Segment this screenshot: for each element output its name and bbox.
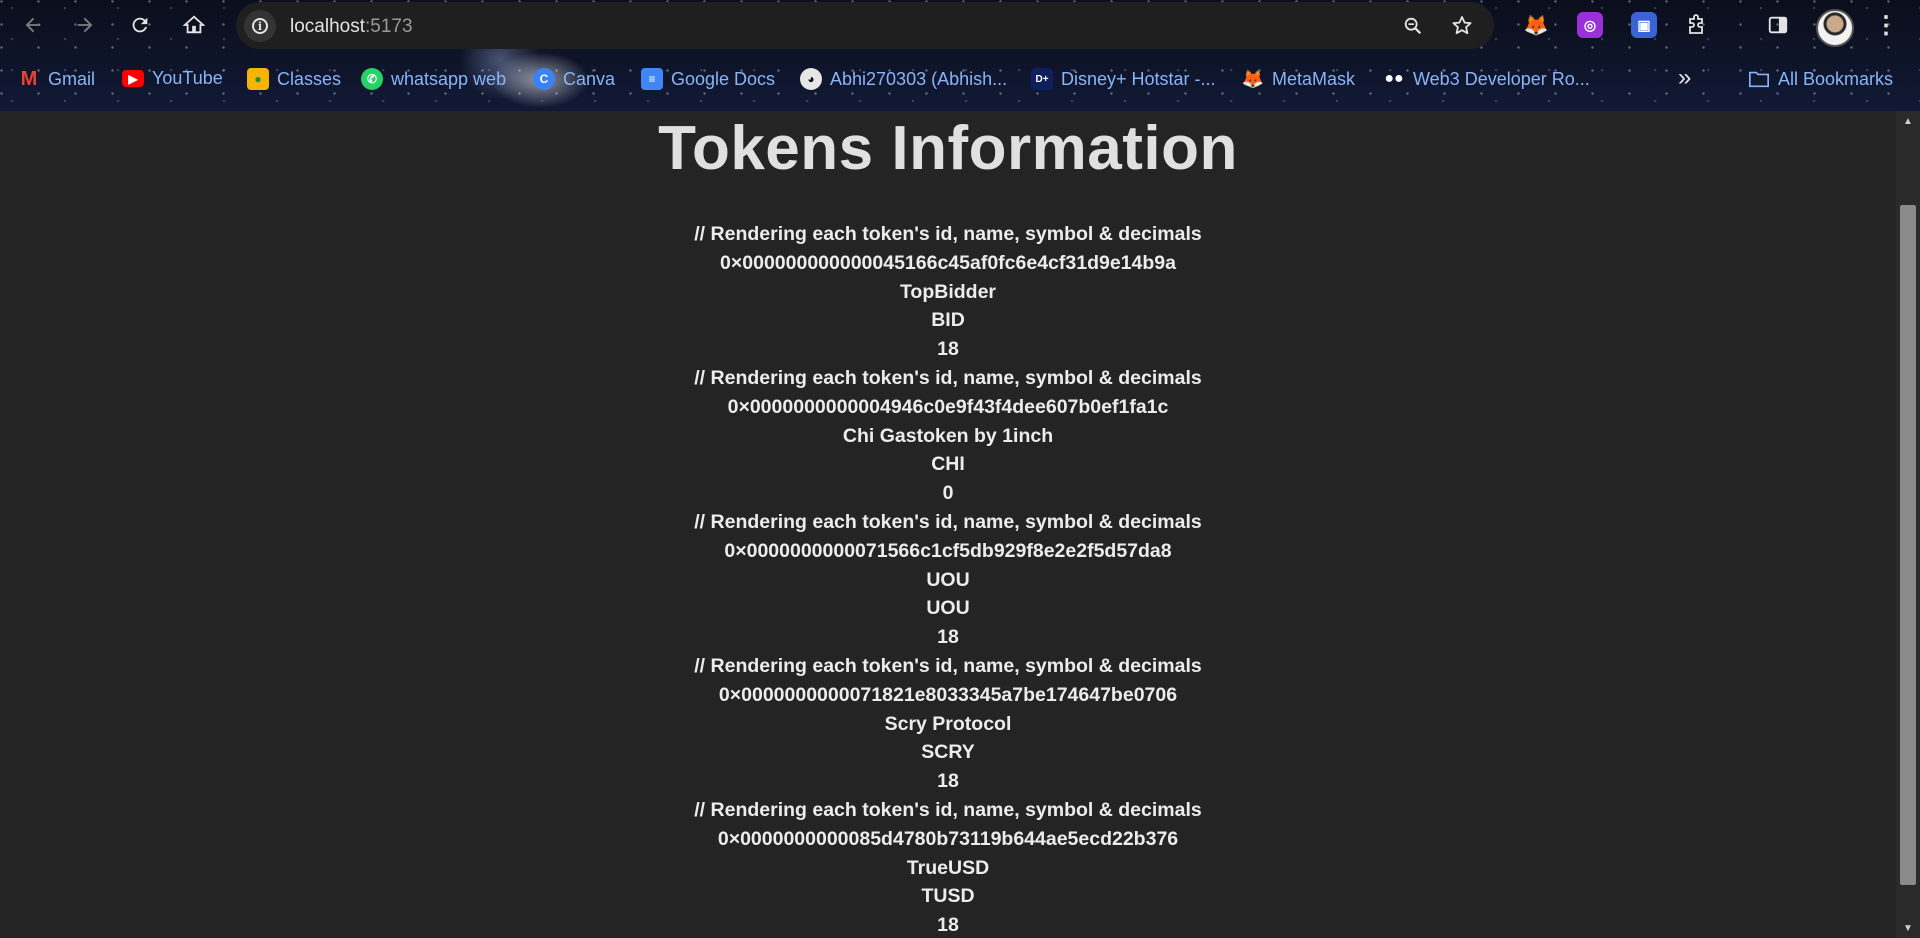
- token-symbol: TUSD: [921, 885, 975, 908]
- token-decimals: 18: [937, 626, 959, 649]
- bookmark-metamask[interactable]: 🦊 MetaMask: [1242, 68, 1355, 90]
- extension-purple-icon[interactable]: ◎: [1577, 12, 1603, 38]
- youtube-icon: ▶: [122, 70, 144, 87]
- token-name: Scry Protocol: [884, 712, 1012, 735]
- forward-arrow-icon[interactable]: [69, 9, 101, 41]
- bookmark-star-icon[interactable]: [1450, 14, 1474, 38]
- token-id: 0×0000000000071821e8033345a7be174647be07…: [718, 683, 1178, 706]
- browser-chrome: i localhost:5173 🦊 ◎ ▣ ⋮ M Gmail ▶ YouTu…: [0, 0, 1920, 111]
- token-symbol: UOU: [926, 597, 970, 620]
- bookmark-web3[interactable]: ●● Web3 Developer Ro...: [1383, 68, 1590, 90]
- extensions-puzzle-icon[interactable]: [1684, 12, 1710, 38]
- token-item: // Rendering each token's id, name, symb…: [0, 652, 1896, 796]
- token-id: 0×0000000000085d4780b73119b644ae5ecd22b3…: [717, 827, 1179, 850]
- token-comment: // Rendering each token's id, name, symb…: [694, 654, 1202, 677]
- page-title: Tokens Information: [658, 114, 1238, 183]
- browser-toolbar: i localhost:5173 🦊 ◎ ▣ ⋮: [0, 0, 1920, 50]
- bookmark-classes[interactable]: ● Classes: [247, 68, 341, 90]
- bookmark-label: Canva: [563, 68, 616, 89]
- token-comment: // Rendering each token's id, name, symb…: [694, 798, 1202, 821]
- scrollbar-thumb[interactable]: [1900, 205, 1916, 885]
- bookmark-label: Gmail: [48, 68, 96, 89]
- token-symbol: CHI: [931, 453, 965, 476]
- url-text[interactable]: localhost:5173: [290, 16, 413, 38]
- bookmarks-bar: M Gmail ▶ YouTube ● Classes ✆ whatsapp w…: [0, 62, 1920, 98]
- all-bookmarks-label: All Bookmarks: [1778, 68, 1894, 89]
- url-host: localhost: [290, 16, 365, 37]
- bookmark-label: Google Docs: [671, 68, 776, 89]
- token-name: TrueUSD: [906, 856, 990, 879]
- token-comment: // Rendering each token's id, name, symb…: [694, 366, 1202, 389]
- bookmark-google-docs[interactable]: ≡ Google Docs: [641, 68, 775, 90]
- metamask-extension-icon[interactable]: 🦊: [1523, 12, 1549, 38]
- medium-icon: ●●: [1384, 70, 1404, 87]
- whatsapp-icon: ✆: [361, 68, 383, 90]
- canva-icon: C: [533, 68, 555, 90]
- token-decimals: 18: [937, 914, 959, 937]
- bookmark-canva[interactable]: C Canva: [533, 68, 615, 90]
- token-item: // Rendering each token's id, name, symb…: [0, 508, 1896, 652]
- side-panel-icon[interactable]: [1765, 12, 1791, 38]
- bookmark-label: Disney+ Hotstar -...: [1061, 68, 1216, 89]
- scroll-up-arrow-icon[interactable]: ▲: [1896, 111, 1920, 131]
- bookmark-label: whatsapp web: [391, 68, 507, 89]
- site-info-icon[interactable]: i: [244, 10, 276, 42]
- token-symbol: BID: [931, 309, 965, 332]
- gmail-icon: M: [20, 67, 38, 90]
- reload-icon[interactable]: [124, 9, 156, 41]
- back-arrow-icon[interactable]: [17, 9, 49, 41]
- token-decimals: 0: [942, 482, 954, 505]
- bookmark-github[interactable]: ◕ Abhi270303 (Abhish...: [800, 68, 1007, 90]
- token-name: Chi Gastoken by 1inch: [842, 424, 1054, 447]
- token-item: // Rendering each token's id, name, symb…: [0, 220, 1896, 364]
- bookmark-label: Abhi270303 (Abhish...: [830, 68, 1008, 89]
- hotstar-icon: D+: [1031, 68, 1053, 90]
- token-name: TopBidder: [899, 280, 997, 303]
- page-viewport: Tokens Information // Rendering each tok…: [0, 111, 1896, 938]
- tokens-list: // Rendering each token's id, name, symb…: [0, 220, 1896, 938]
- bookmark-label: Web3 Developer Ro...: [1413, 68, 1590, 89]
- token-symbol: SCRY: [921, 741, 975, 764]
- home-icon[interactable]: [178, 9, 210, 41]
- token-decimals: 18: [937, 770, 959, 793]
- bookmark-youtube[interactable]: ▶ YouTube: [122, 68, 223, 89]
- token-name: UOU: [926, 568, 970, 591]
- bookmarks-overflow-icon[interactable]: »: [1678, 64, 1691, 92]
- bookmark-whatsapp[interactable]: ✆ whatsapp web: [361, 68, 506, 90]
- bookmark-label: Classes: [277, 68, 342, 89]
- token-comment: // Rendering each token's id, name, symb…: [694, 223, 1202, 245]
- bookmark-label: YouTube: [152, 68, 223, 88]
- token-item: // Rendering each token's id, name, symb…: [0, 796, 1896, 938]
- bookmark-hotstar[interactable]: D+ Disney+ Hotstar -...: [1031, 68, 1216, 90]
- token-decimals: 18: [937, 338, 959, 361]
- google-docs-icon: ≡: [641, 68, 663, 90]
- classroom-icon: ●: [247, 68, 269, 90]
- bookmark-gmail[interactable]: M Gmail: [18, 68, 95, 90]
- token-item: // Rendering each token's id, name, symb…: [0, 364, 1896, 508]
- vertical-scrollbar[interactable]: ▲ ▼: [1896, 111, 1920, 938]
- token-id: 0×0000000000004946c0e9f43f4dee607b0ef1fa…: [727, 395, 1169, 418]
- token-id: 0×000000000000045166c45af0fc6e4cf31d9e14…: [720, 251, 1176, 274]
- url-port: :5173: [365, 16, 413, 37]
- zoom-icon[interactable]: [1401, 14, 1425, 38]
- metamask-icon: 🦊: [1241, 68, 1265, 89]
- token-comment: // Rendering each token's id, name, symb…: [694, 510, 1202, 533]
- address-bar[interactable]: i localhost:5173: [236, 2, 1494, 49]
- all-bookmarks-folder[interactable]: All Bookmarks: [1748, 68, 1893, 90]
- profile-avatar[interactable]: [1816, 9, 1854, 47]
- menu-kebab-icon[interactable]: ⋮: [1873, 12, 1899, 39]
- folder-icon: [1748, 68, 1770, 90]
- github-icon: ◕: [800, 68, 822, 90]
- bookmark-label: MetaMask: [1272, 68, 1356, 89]
- screen-capture-extension-icon[interactable]: ▣: [1631, 12, 1657, 38]
- token-id: 0×0000000000071566c1cf5db929f8e2e2f5d57d…: [724, 539, 1172, 562]
- scroll-down-arrow-icon[interactable]: ▼: [1896, 918, 1920, 938]
